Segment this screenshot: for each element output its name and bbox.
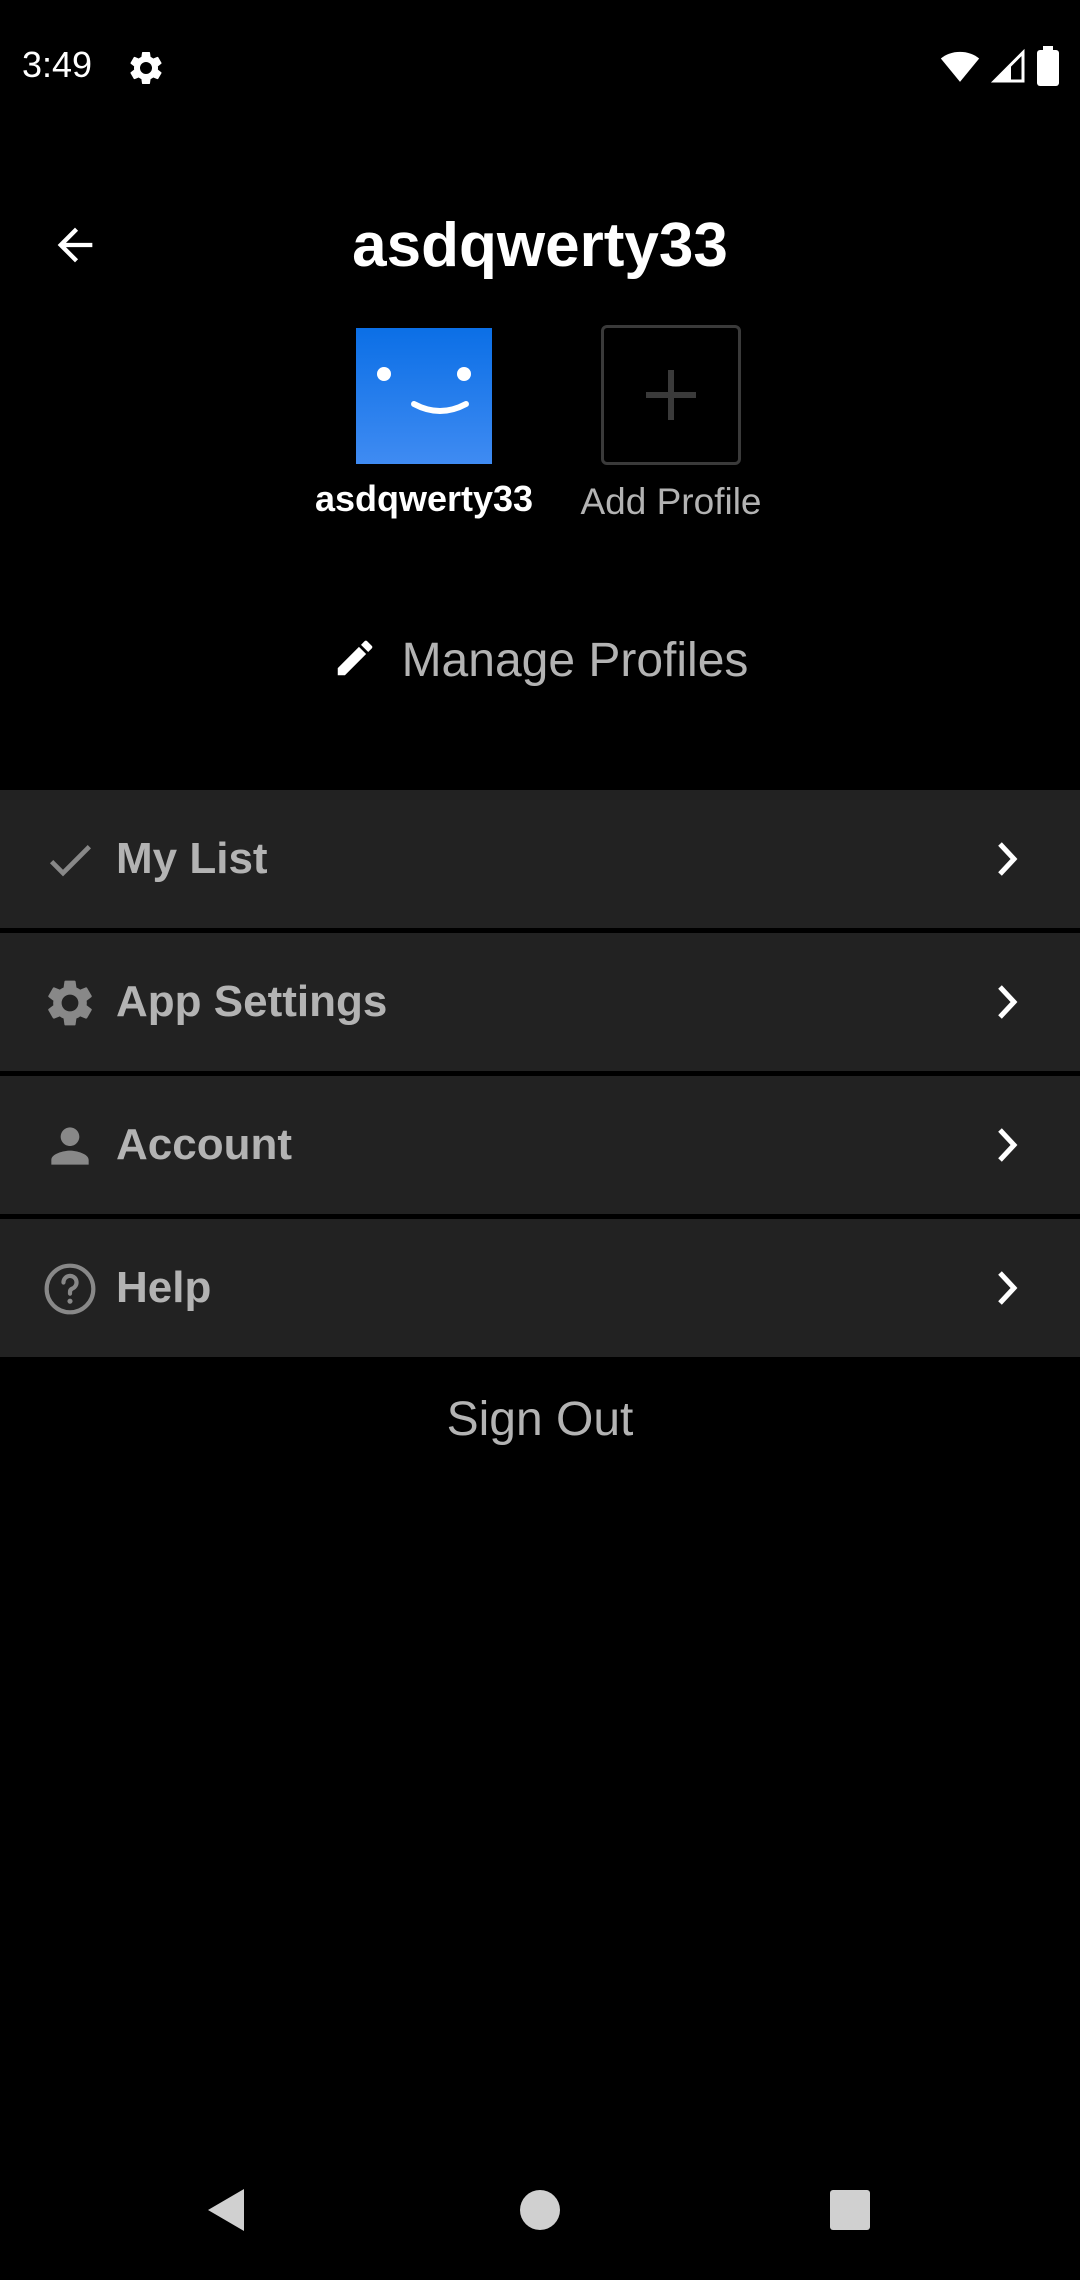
- chevron-right-icon: [990, 1265, 1026, 1311]
- chevron-right-icon: [990, 979, 1026, 1025]
- sign-out-button[interactable]: Sign Out: [0, 1392, 1080, 1447]
- profile-avatar[interactable]: [356, 328, 492, 464]
- smiley-face-icon: [377, 367, 471, 414]
- status-bar: 3:49: [0, 0, 1080, 136]
- gear-icon: [42, 975, 98, 1031]
- menu-item-help[interactable]: Help: [0, 1219, 1080, 1357]
- wifi-icon: [940, 49, 980, 88]
- circle-home-icon: [520, 2190, 560, 2230]
- status-time: 3:49: [22, 44, 93, 85]
- pencil-icon: [332, 635, 378, 686]
- chevron-right-icon: [990, 1122, 1026, 1168]
- status-icons: [940, 45, 1060, 91]
- help-circle-icon: [42, 1261, 98, 1317]
- battery-icon: [1036, 45, 1060, 91]
- menu-item-label: My List: [116, 834, 268, 883]
- page-title: asdqwerty33: [352, 211, 728, 280]
- account-screen: 3:49 asdqwerty33 asdqwerty33 Add Profile…: [0, 0, 1080, 2280]
- nav-home-button[interactable]: [500, 2170, 580, 2250]
- cell-signal-icon: [990, 48, 1026, 89]
- add-profile-button[interactable]: [601, 325, 741, 465]
- menu-item-label: App Settings: [116, 977, 388, 1026]
- settings-status-icon: [126, 48, 166, 88]
- triangle-back-icon: [208, 2189, 244, 2231]
- manage-profiles-button[interactable]: Manage Profiles: [0, 628, 1080, 692]
- person-icon: [42, 1118, 98, 1174]
- menu-item-account[interactable]: Account: [0, 1076, 1080, 1214]
- nav-back-button[interactable]: [186, 2170, 266, 2250]
- check-icon: [42, 832, 98, 888]
- square-recents-icon: [830, 2190, 870, 2230]
- profile-name[interactable]: asdqwerty33: [290, 478, 558, 520]
- menu-item-app-settings[interactable]: App Settings: [0, 933, 1080, 1071]
- manage-profiles-label: Manage Profiles: [401, 633, 749, 687]
- chevron-right-icon: [990, 836, 1026, 882]
- nav-recents-button[interactable]: [810, 2170, 890, 2250]
- menu-item-my-list[interactable]: My List: [0, 790, 1080, 928]
- add-profile-label[interactable]: Add Profile: [560, 481, 782, 523]
- settings-menu: My List App Settings Account Help: [0, 790, 1080, 1362]
- menu-item-label: Help: [116, 1263, 212, 1312]
- plus-icon: [646, 370, 696, 420]
- system-nav-bar: [0, 2160, 1080, 2270]
- menu-item-label: Account: [116, 1120, 292, 1169]
